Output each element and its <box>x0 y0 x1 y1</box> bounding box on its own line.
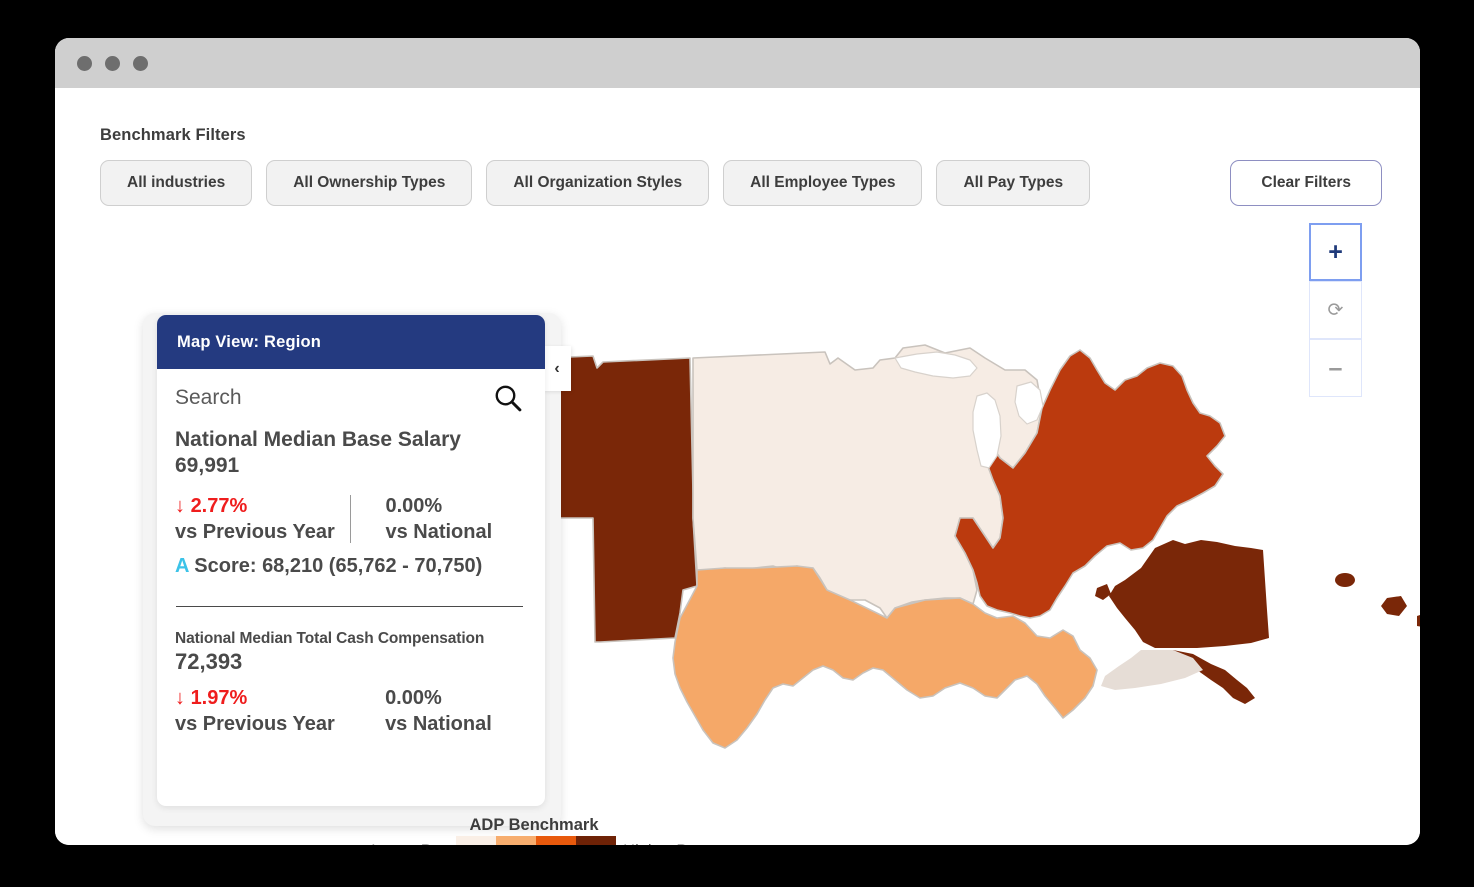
filter-all-organization-styles[interactable]: All Organization Styles <box>486 160 710 206</box>
zoom-in-button[interactable]: + <box>1309 223 1362 281</box>
usa-region-choropleth[interactable] <box>425 218 1420 778</box>
panel-title: Map View: Region <box>177 332 322 351</box>
primary-national-label: vs National <box>385 520 493 543</box>
primary-prev-year-pct: 2.77% <box>190 494 248 517</box>
secondary-prev-year-pct: 1.97% <box>190 686 248 709</box>
arrow-down-icon: ↓ <box>175 686 185 709</box>
search-input[interactable]: Search <box>175 386 242 410</box>
secondary-metric-value: 72,393 <box>175 649 243 675</box>
map-legend: ADP Benchmark Lower Pay <box>358 816 718 845</box>
legend-swatch-benchmark-2 <box>496 836 537 845</box>
map-alaska-shadow <box>1101 650 1203 690</box>
primary-prev-year-cell: ↓ 2.77% vs Previous Year <box>175 493 350 545</box>
panel-collapse-button[interactable]: ‹ <box>543 346 571 391</box>
browser-titlebar <box>55 38 1420 88</box>
primary-prev-year-delta: ↓ 2.77% <box>175 493 350 519</box>
panel-search-row[interactable]: Search <box>175 383 527 413</box>
browser-window: Benchmark Filters All industries All Own… <box>55 38 1420 845</box>
primary-national-pct: 0.00% <box>385 494 443 517</box>
filter-bar: All industries All Ownership Types All O… <box>100 160 1390 206</box>
legend-higher-pay-label: Higher Pay <box>623 842 705 846</box>
primary-national-cell: 0.00% vs National <box>350 493 527 545</box>
legend-swatch-benchmark-4 <box>576 836 617 845</box>
legend-swatch-benchmark-1 <box>456 836 497 845</box>
window-minimize-dot[interactable] <box>105 55 120 71</box>
legend-color-bars <box>456 836 617 845</box>
map-region-hawaii[interactable] <box>1335 573 1420 702</box>
filter-all-ownership-types[interactable]: All Ownership Types <box>266 160 473 206</box>
minus-icon: – <box>1328 353 1343 382</box>
secondary-national-label: vs National <box>385 712 492 735</box>
secondary-national-cell: 0.00% vs National <box>350 685 527 737</box>
panel-body: Search National Median Base Salary 69,99… <box>157 369 545 737</box>
clear-filters-button[interactable]: Clear Filters <box>1230 160 1382 206</box>
window-close-dot[interactable] <box>77 55 92 71</box>
legend-benchmark-title: ADP Benchmark <box>469 816 599 834</box>
map-zoom-controls: + ⟳ – <box>1309 223 1362 397</box>
secondary-compare-row: ↓ 1.97% vs Previous Year 0.00% vs Nation… <box>175 685 527 737</box>
window-maximize-dot[interactable] <box>133 55 148 71</box>
legend-swatch-benchmark-3 <box>536 836 577 845</box>
secondary-metric-title: National Median Total Cash Compensation <box>175 630 485 647</box>
secondary-prev-year-label: vs Previous Year <box>175 712 335 735</box>
ascore-text: Score: 68,210 (65,762 - 70,750) <box>188 554 483 577</box>
benchmark-filters-label: Benchmark Filters <box>100 126 246 144</box>
filter-all-pay-types[interactable]: All Pay Types <box>936 160 1091 206</box>
zoom-out-button[interactable]: – <box>1309 339 1362 397</box>
search-icon[interactable] <box>493 383 523 413</box>
secondary-prev-year-delta: ↓ 1.97% <box>175 685 350 711</box>
filter-all-industries[interactable]: All industries <box>100 160 253 206</box>
primary-metric-title: National Median Base Salary <box>175 428 461 451</box>
legend-benchmark-bar <box>456 836 617 845</box>
panel-header: Map View: Region <box>157 315 545 369</box>
arrow-down-icon: ↓ <box>175 494 185 517</box>
legend-scale-row: Lower Pay Higher Pay <box>358 836 718 845</box>
plus-icon: + <box>1328 237 1343 266</box>
primary-ascore-line: A Score: 68,210 (65,762 - 70,750) <box>175 555 527 578</box>
page-content: Benchmark Filters All industries All Own… <box>55 88 1420 845</box>
ascore-a-glyph: A <box>175 554 189 577</box>
zoom-reset-button[interactable]: ⟳ <box>1309 281 1362 339</box>
panel-divider <box>176 605 523 607</box>
secondary-national-pct: 0.00% <box>385 686 442 709</box>
legend-lower-pay-label: Lower Pay <box>371 842 449 846</box>
primary-metric-value: 69,991 <box>175 454 240 478</box>
primary-prev-year-label: vs Previous Year <box>175 520 335 543</box>
refresh-icon: ⟳ <box>1327 299 1344 321</box>
map-view-panel: Map View: Region Search National Median … <box>157 315 545 806</box>
primary-compare-row: ↓ 2.77% vs Previous Year 0.00% vs Nation… <box>175 493 527 545</box>
filter-all-employee-types[interactable]: All Employee Types <box>723 160 923 206</box>
secondary-prev-year-cell: ↓ 1.97% vs Previous Year <box>175 685 350 737</box>
